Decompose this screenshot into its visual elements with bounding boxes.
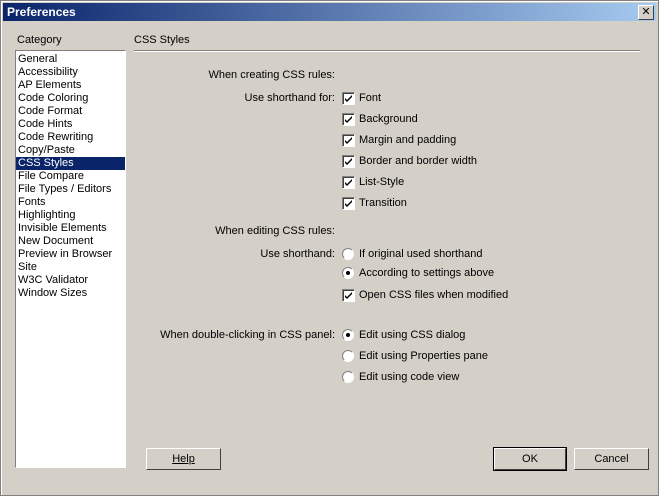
title-bar[interactable]: Preferences ✕ bbox=[3, 3, 656, 21]
use-shorthand-1-label: According to settings above bbox=[359, 267, 495, 279]
category-item[interactable]: Code Format bbox=[16, 105, 125, 118]
category-item[interactable]: W3C Validator bbox=[16, 274, 125, 287]
shorthand-5-checkbox[interactable] bbox=[342, 197, 355, 210]
category-item[interactable]: CSS Styles bbox=[16, 157, 125, 170]
double-click-label: When double-clicking in CSS panel: bbox=[160, 329, 335, 341]
shorthand-1-label: Background bbox=[359, 113, 418, 125]
dblclick-1-label: Edit using Properties pane bbox=[359, 350, 489, 362]
shorthand-4-checkbox[interactable] bbox=[342, 176, 355, 189]
editing-css-rules-label: When editing CSS rules: bbox=[215, 225, 335, 237]
category-label: Category bbox=[17, 34, 62, 46]
open-css-files-label: Open CSS files when modified bbox=[359, 289, 509, 301]
open-css-files-checkbox[interactable] bbox=[342, 289, 355, 302]
category-item[interactable]: New Document bbox=[16, 235, 125, 248]
shorthand-0-checkbox[interactable] bbox=[342, 92, 355, 105]
close-button[interactable]: ✕ bbox=[638, 5, 654, 20]
category-item[interactable]: File Compare bbox=[16, 170, 125, 183]
preferences-dialog: Preferences ✕ Category General Accessibil… bbox=[0, 0, 659, 496]
creating-css-rules-label: When creating CSS rules: bbox=[208, 69, 335, 81]
category-item[interactable]: Invisible Elements bbox=[16, 222, 125, 235]
category-item[interactable]: File Types / Editors bbox=[16, 183, 125, 196]
use-shorthand-1-radio[interactable] bbox=[342, 267, 354, 279]
category-item[interactable]: Accessibility bbox=[16, 66, 125, 79]
help-button[interactable]: Help bbox=[146, 448, 221, 470]
dblclick-0-label: Edit using CSS dialog bbox=[359, 329, 466, 341]
category-item[interactable]: Window Sizes bbox=[16, 287, 125, 300]
category-item[interactable]: Code Hints bbox=[16, 118, 125, 131]
dblclick-0-radio[interactable] bbox=[342, 329, 354, 341]
category-item[interactable]: General bbox=[16, 53, 125, 66]
use-shorthand-0-radio[interactable] bbox=[342, 248, 354, 260]
shorthand-2-checkbox[interactable] bbox=[342, 134, 355, 147]
use-shorthand-0-label: If original used shorthand bbox=[359, 248, 483, 260]
dblclick-2-label: Edit using code view bbox=[359, 371, 460, 383]
dblclick-1-radio[interactable] bbox=[342, 350, 354, 362]
section-divider bbox=[134, 50, 640, 52]
category-item[interactable]: Code Rewriting bbox=[16, 131, 125, 144]
shorthand-3-checkbox[interactable] bbox=[342, 155, 355, 168]
use-shorthand-for-label: Use shorthand for: bbox=[244, 92, 336, 104]
category-item[interactable]: Code Coloring bbox=[16, 92, 125, 105]
dialog-title: Preferences bbox=[7, 5, 76, 19]
category-item[interactable]: AP Elements bbox=[16, 79, 125, 92]
shorthand-3-label: Border and border width bbox=[359, 155, 478, 167]
ok-button[interactable]: OK bbox=[493, 447, 567, 471]
category-item[interactable]: Highlighting bbox=[16, 209, 125, 222]
shorthand-1-checkbox[interactable] bbox=[342, 113, 355, 126]
category-item[interactable]: Fonts bbox=[16, 196, 125, 209]
dblclick-2-radio[interactable] bbox=[342, 371, 354, 383]
category-list[interactable]: General Accessibility AP Elements Code Colo… bbox=[15, 50, 126, 468]
use-shorthand-label: Use shorthand: bbox=[260, 248, 335, 260]
shorthand-5-label: Transition bbox=[359, 197, 407, 209]
shorthand-0-label: Font bbox=[359, 92, 382, 104]
category-item[interactable]: Site bbox=[16, 261, 125, 274]
close-icon: ✕ bbox=[641, 6, 651, 18]
section-title: CSS Styles bbox=[134, 34, 190, 46]
shorthand-2-label: Margin and padding bbox=[359, 134, 457, 146]
cancel-button[interactable]: Cancel bbox=[574, 448, 649, 470]
shorthand-4-label: List-Style bbox=[359, 176, 405, 188]
category-item[interactable]: Copy/Paste bbox=[16, 144, 125, 157]
category-item[interactable]: Preview in Browser bbox=[16, 248, 125, 261]
